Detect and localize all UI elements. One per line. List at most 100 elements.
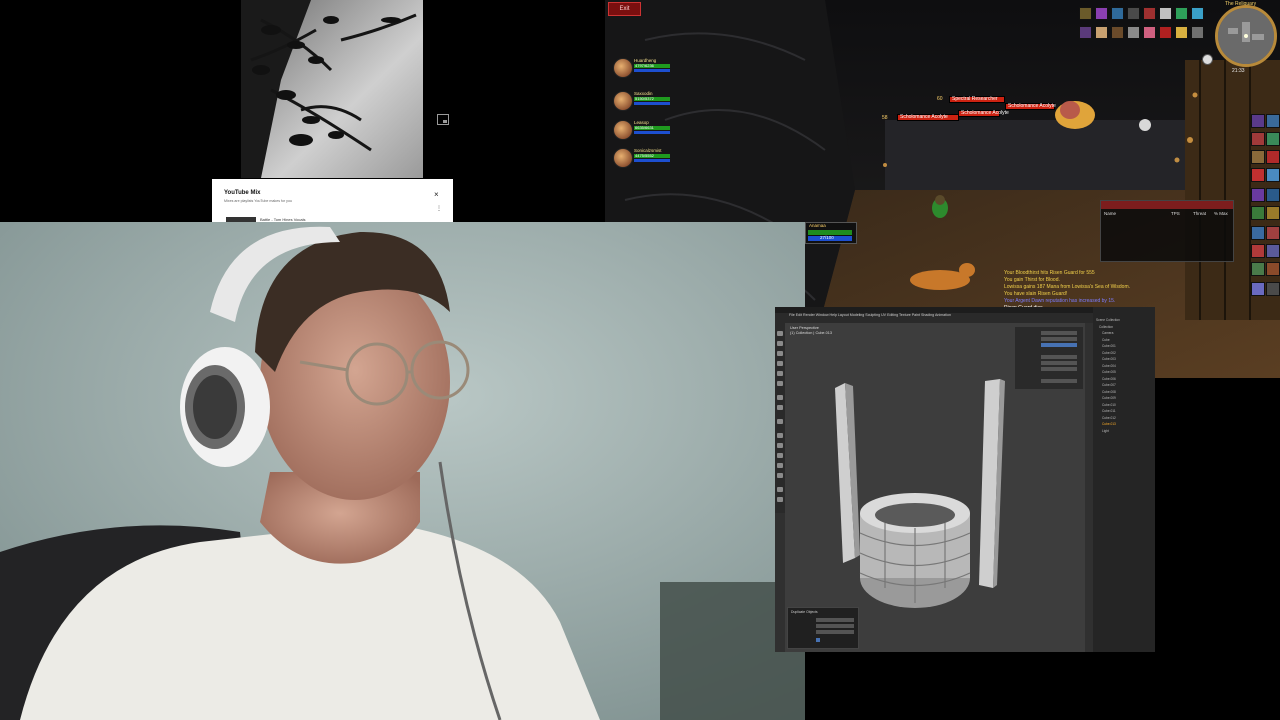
action-icon[interactable] (1251, 262, 1265, 276)
avatar (613, 148, 633, 168)
inset-tool-icon[interactable] (777, 443, 783, 448)
buff-icon[interactable] (1127, 7, 1140, 20)
enemy-level: 58 (882, 115, 888, 121)
buff-icon[interactable] (1095, 7, 1108, 20)
health-text: 4797/6236 (635, 63, 654, 68)
buff-icon[interactable] (1143, 26, 1156, 39)
add-cube-tool-icon[interactable] (777, 419, 783, 424)
buff-icon[interactable] (1111, 26, 1124, 39)
buff-icon[interactable] (1191, 26, 1204, 39)
blender-menu[interactable]: File Edit Render Window Help Layout Mode… (789, 313, 951, 317)
target-frame[interactable]: Anamaa 27/100 (805, 222, 857, 244)
rotate-tool-icon[interactable] (777, 361, 783, 366)
loop-cut-tool-icon[interactable] (777, 463, 783, 468)
mix-title: YouTube Mix (224, 190, 261, 196)
column-header: Name (1104, 211, 1117, 216)
annotate-tool-icon[interactable] (777, 395, 783, 400)
enemy-nameplate[interactable]: Spectral Researcher (949, 96, 1005, 103)
action-icon[interactable] (1251, 282, 1265, 296)
viewport-overlay-label: User Perspective (1) Collection | Cube.0… (790, 326, 832, 336)
more-options-icon[interactable]: ⋮ (436, 206, 442, 212)
party-member-frame[interactable]: Saxxodin 5150/5372 (613, 91, 683, 113)
action-icon[interactable] (1266, 262, 1280, 276)
action-icon[interactable] (1266, 168, 1280, 182)
buff-icon[interactable] (1175, 26, 1188, 39)
action-icon[interactable] (1266, 114, 1280, 128)
action-icon[interactable] (1251, 132, 1265, 146)
action-icon[interactable] (1251, 244, 1265, 258)
party-member-frame[interactable]: Sonicalzsmist 4475/5552 (613, 148, 683, 170)
buff-icon[interactable] (1175, 7, 1188, 20)
combat-log: Your Bloodthirst hits Risen Guard for 55… (1004, 270, 1164, 312)
buff-icon[interactable] (1079, 26, 1092, 39)
bevel-tool-icon[interactable] (777, 453, 783, 458)
combat-log-line: You gain Thirst for Blood. (1004, 277, 1060, 283)
blender-window[interactable]: File Edit Render Window Help Layout Mode… (775, 307, 1155, 652)
tracking-icon[interactable] (1202, 54, 1213, 65)
youtube-mix-card[interactable]: YouTube Mix Mixes are playlists YouTube … (212, 179, 453, 222)
action-icon[interactable] (1251, 226, 1265, 240)
outliner-item[interactable]: Light (1096, 428, 1120, 435)
extrude-tool-icon[interactable] (777, 433, 783, 438)
party-member-frame[interactable]: Huardheng 4797/6236 (613, 58, 683, 80)
minimap-clock: 21:33 (1232, 68, 1245, 74)
action-icon[interactable] (1266, 244, 1280, 258)
buff-icon[interactable] (1111, 7, 1124, 20)
action-icon[interactable] (1266, 226, 1280, 240)
knife-tool-icon[interactable] (777, 473, 783, 478)
buff-icon[interactable] (1191, 7, 1204, 20)
action-icon[interactable] (1266, 150, 1280, 164)
action-icon[interactable] (1251, 206, 1265, 220)
threat-meter-window[interactable]: Name TPS Threat % Max (1100, 200, 1234, 262)
spin-tool-icon[interactable] (777, 487, 783, 492)
enemy-nameplate[interactable]: Scholomance Acolyte (897, 114, 959, 121)
plant-shadow-image (241, 0, 423, 178)
webcam-feed (0, 222, 805, 720)
adjust-last-operation-panel[interactable]: Duplicate Objects (787, 607, 859, 649)
combat-log-line: Lowissa gains 187 Mana from Lowissa's Se… (1004, 284, 1131, 290)
smooth-tool-icon[interactable] (777, 497, 783, 502)
enemy-nameplate[interactable]: Scholomance Acolyte (958, 110, 1009, 117)
avatar (613, 120, 633, 140)
minimap-terrain (1218, 8, 1274, 64)
video-player-panel[interactable]: YouTube Mix Mixes are playlists YouTube … (0, 0, 605, 222)
picture-in-picture-icon[interactable] (437, 114, 449, 125)
close-icon[interactable]: × (434, 191, 439, 199)
measure-tool-icon[interactable] (777, 405, 783, 410)
object-properties-panel[interactable] (1015, 327, 1083, 389)
combat-log-line: Your Argent Dawn reputation has increase… (1004, 298, 1116, 304)
buff-icon[interactable] (1079, 7, 1092, 20)
buff-icon[interactable] (1095, 26, 1108, 39)
view-collection-label: (1) Collection | Cube.013 (790, 331, 832, 335)
target-name: Anamaa (809, 223, 826, 228)
video-frame[interactable] (241, 0, 423, 178)
outliner-item[interactable]: Scene Collection (1096, 317, 1120, 324)
action-icon[interactable] (1266, 282, 1280, 296)
threat-meter-titlebar[interactable] (1101, 201, 1233, 209)
transform-tool-icon[interactable] (777, 381, 783, 386)
buff-icon[interactable] (1127, 26, 1140, 39)
action-icon[interactable] (1266, 188, 1280, 202)
move-tool-icon[interactable] (777, 351, 783, 356)
minimap[interactable] (1215, 5, 1277, 67)
blender-tool-shelf[interactable] (775, 323, 785, 513)
redo-panel-fields (816, 618, 854, 642)
action-icon[interactable] (1266, 206, 1280, 220)
enemy-nameplate[interactable]: Scholomance Acolyte (1005, 103, 1056, 110)
buff-icon[interactable] (1159, 7, 1172, 20)
combat-log-line: You have slain Risen Guard! (1004, 291, 1068, 297)
action-icon[interactable] (1251, 188, 1265, 202)
action-icon[interactable] (1266, 132, 1280, 146)
cursor-tool-icon[interactable] (777, 341, 783, 346)
buff-icon[interactable] (1159, 26, 1172, 39)
buff-icon[interactable] (1143, 7, 1156, 20)
action-icon[interactable] (1251, 114, 1265, 128)
scale-tool-icon[interactable] (777, 371, 783, 376)
exit-button[interactable]: Exit (608, 2, 641, 16)
select-tool-icon[interactable] (777, 331, 783, 336)
outliner-tree[interactable]: Scene Collection Collection Camera Cube Cube… (1096, 317, 1120, 434)
action-icon[interactable] (1251, 168, 1265, 182)
party-member-frame[interactable]: Leasop 6635/6631 (613, 120, 683, 142)
blender-outliner[interactable]: Scene Collection Collection Camera Cube Cube… (1093, 307, 1155, 652)
action-icon[interactable] (1251, 150, 1265, 164)
